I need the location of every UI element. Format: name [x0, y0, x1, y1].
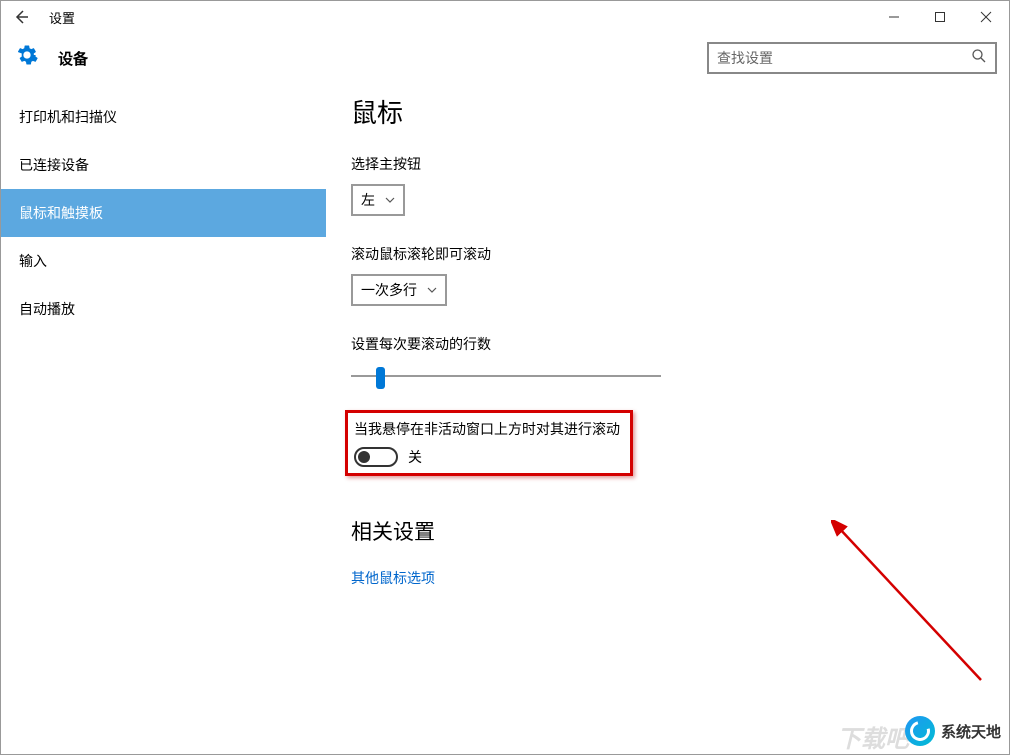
close-button[interactable]	[963, 1, 1009, 33]
inactive-scroll-toggle-row: 关	[354, 447, 620, 467]
sidebar-item-printers[interactable]: 打印机和扫描仪	[1, 93, 326, 141]
sidebar-item-label: 输入	[19, 251, 47, 271]
lines-per-scroll-label: 设置每次要滚动的行数	[351, 334, 979, 354]
primary-button-label: 选择主按钮	[351, 154, 979, 174]
sidebar-item-label: 鼠标和触摸板	[19, 203, 103, 223]
titlebar-left: 设置	[11, 7, 75, 27]
inactive-scroll-label: 当我悬停在非活动窗口上方时对其进行滚动	[354, 419, 620, 439]
watermark-icon	[905, 716, 935, 746]
sidebar: 打印机和扫描仪 已连接设备 鼠标和触摸板 输入 自动播放	[1, 83, 326, 754]
primary-button-dropdown[interactable]: 左	[351, 184, 405, 216]
slider-thumb[interactable]	[376, 367, 385, 389]
lines-per-scroll-slider[interactable]	[351, 364, 661, 392]
toggle-state-label: 关	[408, 447, 422, 467]
highlight-annotation: 当我悬停在非活动窗口上方时对其进行滚动 关	[345, 410, 633, 476]
sidebar-item-mouse-touchpad[interactable]: 鼠标和触摸板	[1, 189, 326, 237]
main-panel: 鼠标 选择主按钮 左 滚动鼠标滚轮即可滚动 一次多行 设置每次要滚动的行数 当我…	[326, 83, 1009, 754]
watermark-text: 系统天地	[941, 721, 1001, 742]
scroll-mode-label: 滚动鼠标滚轮即可滚动	[351, 244, 979, 264]
sidebar-item-label: 打印机和扫描仪	[19, 107, 117, 127]
toggle-knob	[358, 451, 370, 463]
inactive-scroll-toggle[interactable]	[354, 447, 398, 467]
dropdown-value: 左	[361, 190, 375, 210]
chevron-down-icon	[385, 195, 395, 206]
sidebar-item-label: 自动播放	[19, 299, 75, 319]
minimize-button[interactable]	[871, 1, 917, 33]
header: 设备 查找设置	[1, 33, 1009, 83]
window-controls	[871, 1, 1009, 33]
dropdown-value: 一次多行	[361, 280, 417, 300]
search-placeholder: 查找设置	[717, 48, 773, 68]
header-category: 设备	[58, 48, 88, 69]
search-icon	[971, 48, 987, 68]
window-title: 设置	[49, 8, 75, 27]
titlebar: 设置	[1, 1, 1009, 33]
watermark: 系统天地	[905, 716, 1001, 746]
sidebar-item-connected-devices[interactable]: 已连接设备	[1, 141, 326, 189]
page-title: 鼠标	[351, 93, 979, 130]
sidebar-item-autoplay[interactable]: 自动播放	[1, 285, 326, 333]
content: 打印机和扫描仪 已连接设备 鼠标和触摸板 输入 自动播放 鼠标 选择主按钮 左 …	[1, 83, 1009, 754]
sidebar-item-label: 已连接设备	[19, 155, 89, 175]
related-settings-heading: 相关设置	[351, 516, 979, 546]
slider-track	[351, 375, 661, 377]
sub-watermark: 下载吧	[837, 719, 909, 754]
scroll-mode-dropdown[interactable]: 一次多行	[351, 274, 447, 306]
header-left: 设备	[16, 44, 88, 72]
sidebar-item-typing[interactable]: 输入	[1, 237, 326, 285]
search-input[interactable]: 查找设置	[707, 42, 997, 74]
maximize-button[interactable]	[917, 1, 963, 33]
additional-mouse-options-link[interactable]: 其他鼠标选项	[351, 568, 979, 588]
back-button[interactable]	[11, 7, 31, 27]
chevron-down-icon	[427, 285, 437, 296]
gear-icon	[16, 44, 38, 72]
